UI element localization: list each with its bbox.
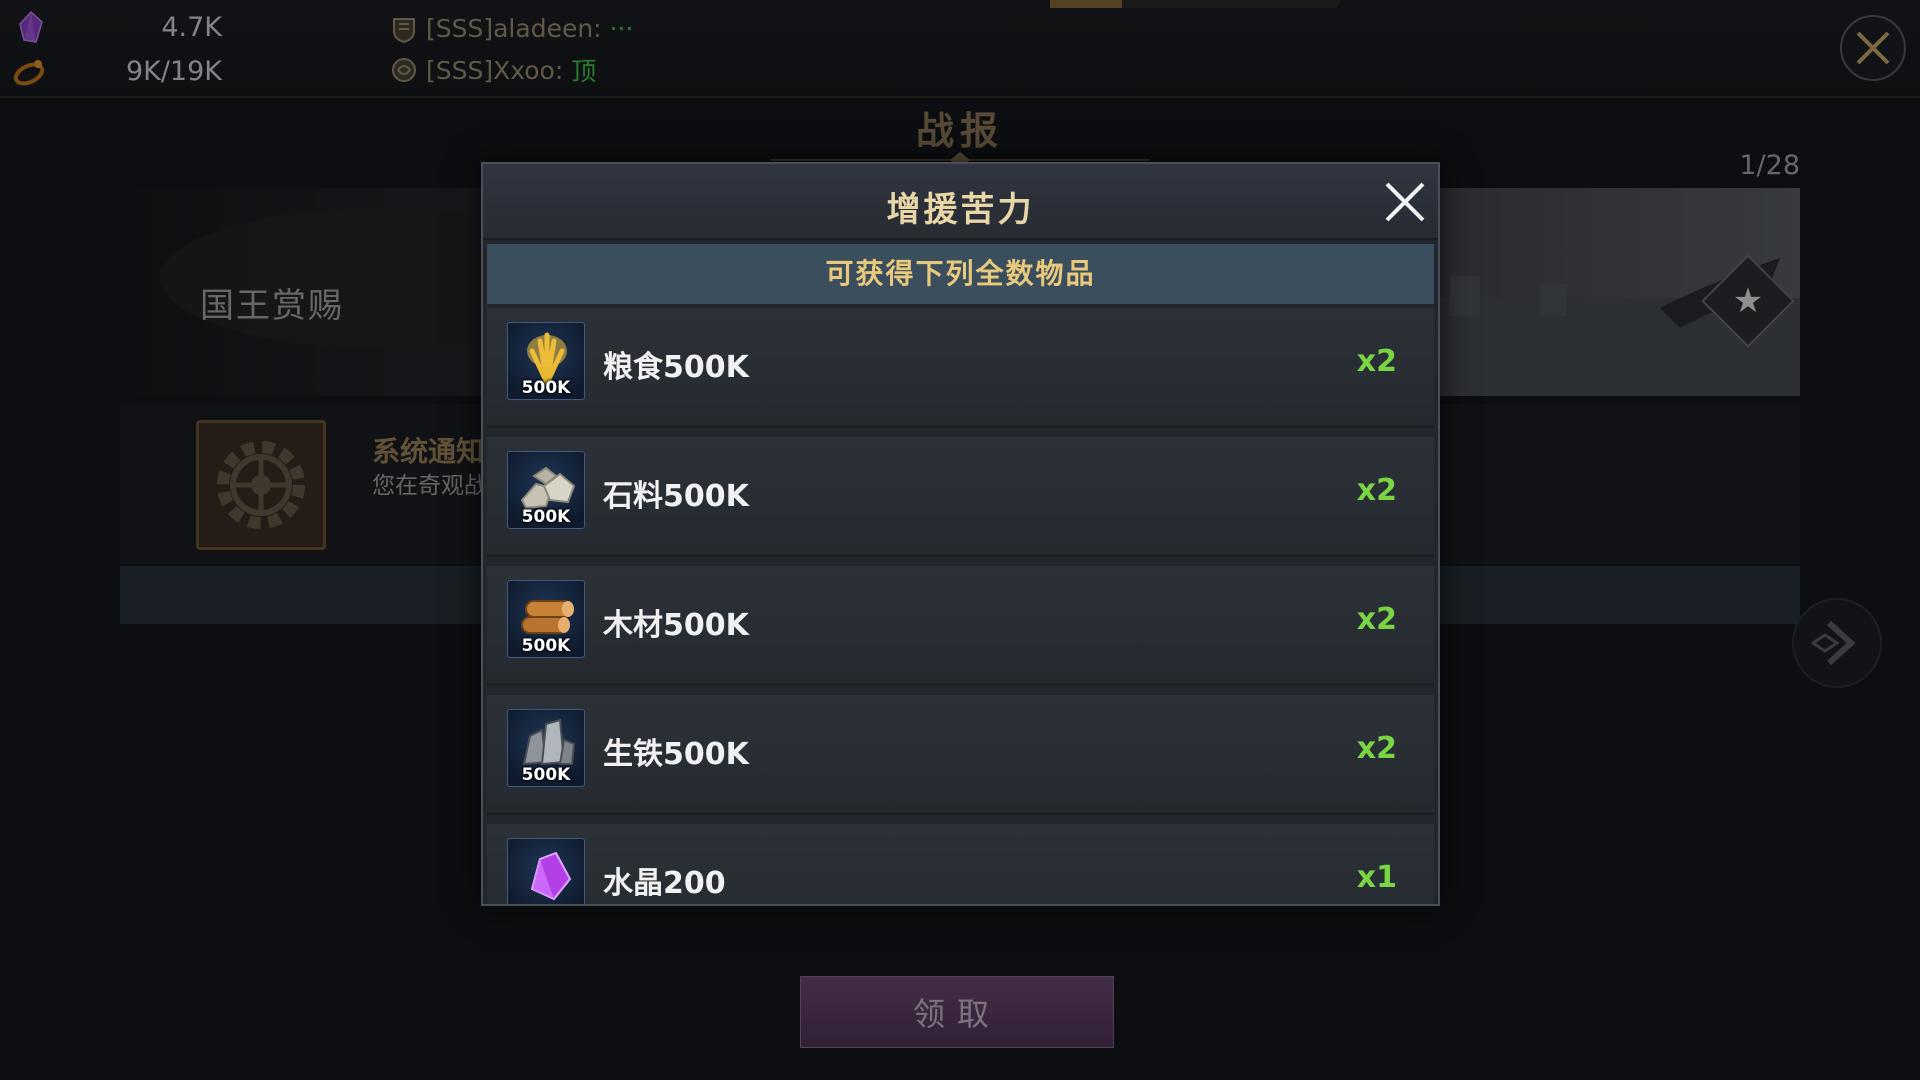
item-name: 石料500K	[603, 479, 749, 514]
crystal-icon	[507, 838, 585, 904]
grain-icon: 500K	[507, 322, 585, 400]
reward-list[interactable]: 500K 粮食500K x2 500K 石料500K x2 500K 木材500…	[487, 308, 1434, 904]
item-icon-label: 500K	[521, 636, 571, 656]
modal-header: 增援苦力	[483, 164, 1438, 240]
wood-icon: 500K	[507, 580, 585, 658]
item-count: x1	[1356, 860, 1397, 895]
reward-item: 水晶200 x1	[487, 824, 1434, 904]
item-icon-label: 500K	[521, 378, 571, 398]
modal-subtitle: 可获得下列全数物品	[487, 244, 1434, 304]
item-name: 粮食500K	[603, 350, 749, 385]
reward-item: 500K 粮食500K x2	[487, 308, 1434, 428]
item-icon-label: 500K	[521, 507, 571, 527]
reward-modal: 增援苦力 可获得下列全数物品 500K 粮食500K x2 500K 石料500…	[481, 162, 1440, 906]
close-icon	[1385, 182, 1425, 222]
iron-icon: 500K	[507, 709, 585, 787]
reward-item: 500K 石料500K x2	[487, 437, 1434, 557]
stone-icon: 500K	[507, 451, 585, 529]
item-name: 木材500K	[603, 608, 749, 643]
item-count: x2	[1356, 731, 1397, 766]
modal-title: 增援苦力	[886, 190, 1035, 230]
item-name: 水晶200	[603, 866, 726, 901]
item-name: 生铁500K	[603, 737, 749, 772]
item-count: x2	[1356, 344, 1397, 379]
item-count: x2	[1356, 602, 1397, 637]
item-icon-label: 500K	[521, 765, 571, 785]
item-count: x2	[1356, 473, 1397, 508]
reward-item: 500K 木材500K x2	[487, 566, 1434, 686]
reward-item: 500K 生铁500K x2	[487, 695, 1434, 815]
modal-close-button[interactable]	[1379, 176, 1431, 228]
